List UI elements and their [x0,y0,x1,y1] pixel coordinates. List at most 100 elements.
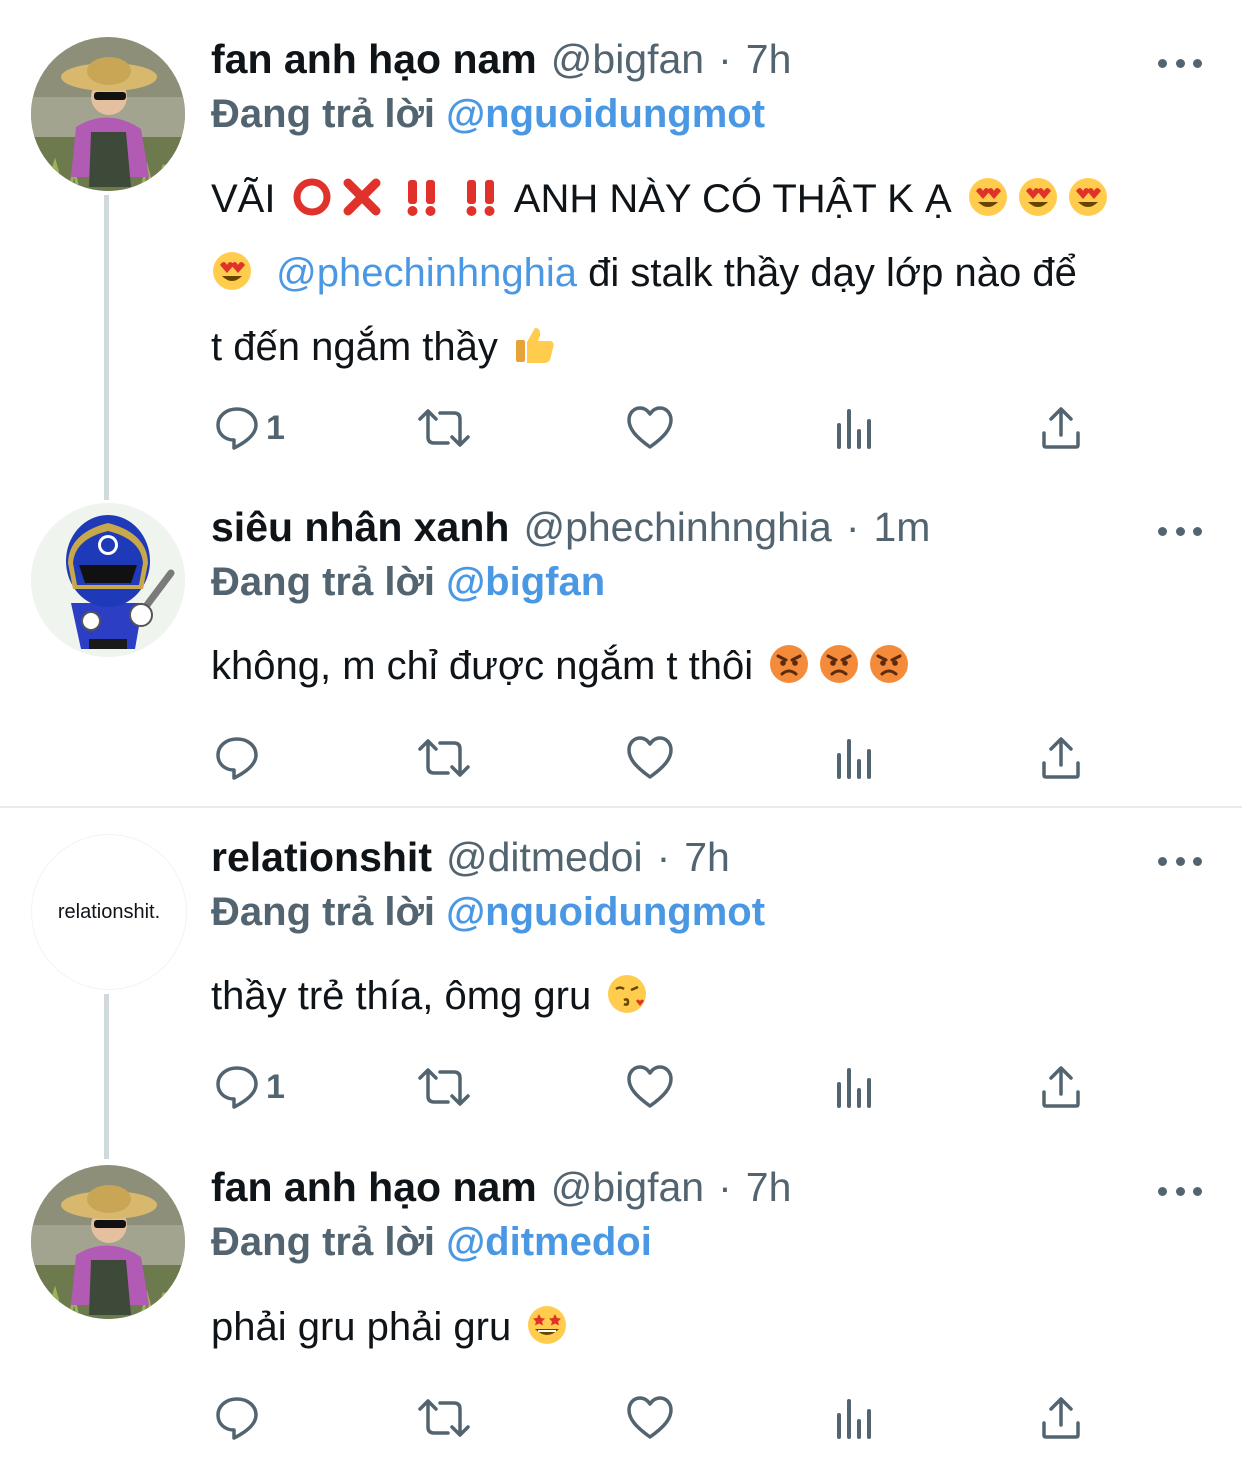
avatar[interactable] [31,1165,185,1319]
analytics-icon [837,1068,871,1108]
thread-divider [0,806,1242,808]
red-circle-emoji-icon [291,171,333,239]
replying-to: Đang trả lời @nguoidungmot [211,92,765,137]
cross-mark-emoji-icon [341,171,383,239]
heart-eyes-emoji-icon [1017,171,1059,239]
like-button[interactable] [626,735,674,781]
tweet-text: phải gru phải gru [211,1293,1211,1367]
retweet-button[interactable] [416,1064,472,1110]
star-struck-emoji-icon [526,1299,568,1367]
angry-face-emoji-icon [868,638,910,706]
reply-mention-link[interactable]: @bigfan [446,560,605,604]
replying-label: Đang trả lời [211,560,436,604]
reply-button[interactable]: 1 [214,1064,285,1110]
tweet-text: không, m chỉ được ngắm t thôi [211,632,1211,706]
retweet-button[interactable] [416,405,472,451]
reply-icon [216,1397,258,1440]
like-button[interactable] [626,405,674,451]
analytics-button[interactable] [835,735,877,781]
reply-mention-link[interactable]: @ditmedoi [446,1220,652,1264]
reply-icon [216,1066,258,1109]
display-name[interactable]: fan anh hạo nam [211,1164,537,1211]
retweet-button[interactable] [416,735,472,781]
avatar[interactable]: relationshit. [31,834,187,990]
user-handle[interactable]: @bigfan [551,1164,704,1211]
heart-eyes-emoji-icon [1067,171,1109,239]
timestamp[interactable]: 7h [746,1164,792,1211]
tweet-text: thầy trẻ thía, ômg gru [211,962,1211,1036]
thumbs-up-emoji-icon [513,319,557,387]
analytics-icon [837,739,871,779]
timestamp[interactable]: 7h [684,834,730,881]
tweet-header: fan anh hạo nam @bigfan · 7h [211,1164,791,1224]
display-name[interactable]: fan anh hạo nam [211,36,537,83]
replying-to: Đang trả lời @ditmedoi [211,1220,652,1265]
double-exclamation-emoji-icon [461,171,501,239]
like-button[interactable] [626,1064,674,1110]
replying-label: Đang trả lời [211,890,436,934]
replying-label: Đang trả lời [211,1220,436,1264]
reply-mention-link[interactable]: @nguoidungmot [446,890,765,934]
text-part: thầy trẻ thía, ômg gru [211,974,592,1018]
user-handle[interactable]: @bigfan [551,36,704,83]
display-name[interactable]: relationshit [211,834,432,881]
display-name[interactable]: siêu nhân xanh [211,504,509,551]
text-part: không, m chỉ được ngắm t thôi [211,644,754,688]
reply-button[interactable]: 1 [214,405,285,451]
text-part: đi stalk thầy dạy lớp nào để [588,251,1077,295]
retweet-icon [418,1068,470,1106]
tweet-actions [0,735,1242,785]
text-part: VÃI [211,177,276,221]
angry-face-emoji-icon [818,638,860,706]
user-handle[interactable]: @phechinhnghia [523,504,831,551]
more-options-icon[interactable] [1158,521,1202,541]
reply-count: 1 [266,408,285,447]
share-button[interactable] [1040,405,1082,451]
like-button[interactable] [626,1395,674,1441]
separator: · [718,36,732,82]
share-icon [1042,1066,1080,1108]
heart-eyes-emoji-icon [967,171,1009,239]
share-icon [1042,407,1080,449]
user-handle[interactable]: @ditmedoi [446,834,643,881]
mention-link[interactable]: @phechinhnghia [276,251,577,295]
double-exclamation-emoji-icon [402,171,442,239]
text-part: phải gru phải gru [211,1305,512,1349]
analytics-button[interactable] [835,405,877,451]
reply-mention-link[interactable]: @nguoidungmot [446,92,765,136]
share-button[interactable] [1040,735,1082,781]
analytics-button[interactable] [835,1064,877,1110]
text-part: t đến ngắm thầy [211,325,498,369]
timestamp[interactable]: 1m [873,504,930,551]
analytics-button[interactable] [835,1395,877,1441]
tweet-actions: 1 [0,1064,1242,1114]
heart-eyes-emoji-icon [211,245,253,313]
tweet-actions: 1 [0,405,1242,455]
avatar-logo-text: relationshit. [57,900,161,923]
separator: · [845,504,860,550]
reply-button[interactable] [214,1395,266,1441]
heart-icon [627,1065,673,1108]
heart-icon [627,736,673,779]
heart-icon [627,1396,673,1439]
reply-icon [216,737,258,780]
retweet-button[interactable] [416,1395,472,1441]
share-icon [1042,1397,1080,1439]
more-options-icon[interactable] [1158,1181,1202,1201]
timestamp[interactable]: 7h [746,36,792,83]
reply-button[interactable] [214,735,266,781]
replying-to: Đang trả lời @bigfan [211,560,605,605]
share-button[interactable] [1040,1064,1082,1110]
share-icon [1042,737,1080,779]
tweet-actions [0,1395,1242,1445]
avatar[interactable] [31,503,185,657]
tweet-header: fan anh hạo nam @bigfan · 7h [211,36,791,96]
more-options-icon[interactable] [1158,851,1202,871]
heart-icon [627,406,673,449]
share-button[interactable] [1040,1395,1082,1441]
more-options-icon[interactable] [1158,53,1202,73]
separator: · [656,834,671,880]
replying-label: Đang trả lời [211,92,436,136]
kissing-face-emoji-icon [606,968,648,1036]
avatar[interactable] [31,37,185,191]
